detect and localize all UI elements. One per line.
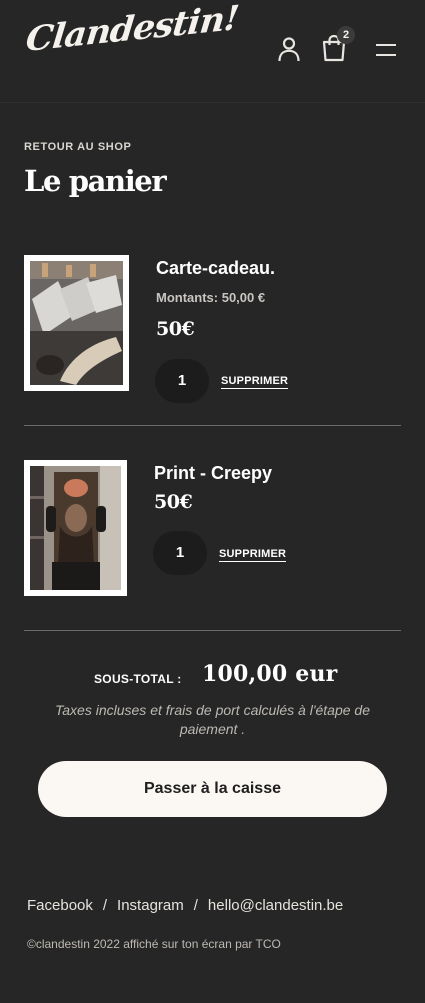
subtotal-label: SOUS-TOTAL : [94,672,182,686]
tax-note: Taxes incluses et frais de port calculés… [55,702,370,737]
divider [24,425,401,426]
page-title: Le panier [24,164,167,198]
footer-separator: / [193,897,198,914]
email-link[interactable]: hello@clandestin.be [208,897,343,914]
instagram-link[interactable]: Instagram [117,897,184,914]
facebook-link[interactable]: Facebook [27,897,93,914]
subtotal-value: 100,00 eur [202,661,338,687]
back-to-shop-link[interactable]: RETOUR AU SHOP [24,141,131,153]
item-name[interactable]: Carte-cadeau. [156,258,275,279]
footer-links: Facebook / Instagram / hello@clandestin.be [27,897,343,914]
divider [24,630,401,631]
quantity-input[interactable]: 1 [155,359,209,403]
brand-logo[interactable]: Clandestin! [24,0,240,60]
print-creepy-photo [30,466,121,590]
account-icon[interactable] [277,36,301,62]
product-image-gift-card[interactable] [24,255,129,391]
item-price: 50€ [156,318,195,340]
remove-item-link[interactable]: SUPPRIMER [221,375,289,389]
copyright-text: ©clandestin 2022 affiché sur ton écran p… [27,937,281,951]
item-price: 50€ [154,491,193,513]
gift-card-photo [30,261,123,385]
site-header: Clandestin! 2 [0,0,425,103]
item-variant: Montants: 50,00 € [156,290,266,305]
footer-separator: / [102,897,108,914]
cart-count-badge: 2 [337,26,355,44]
quantity-input[interactable]: 1 [153,531,207,575]
checkout-button[interactable]: Passer à la caisse [38,761,387,817]
remove-item-link[interactable]: SUPPRIMER [219,548,287,562]
item-name[interactable]: Print - Creepy [154,463,272,484]
product-image-print-creepy[interactable] [24,460,127,596]
menu-icon[interactable] [375,43,397,57]
